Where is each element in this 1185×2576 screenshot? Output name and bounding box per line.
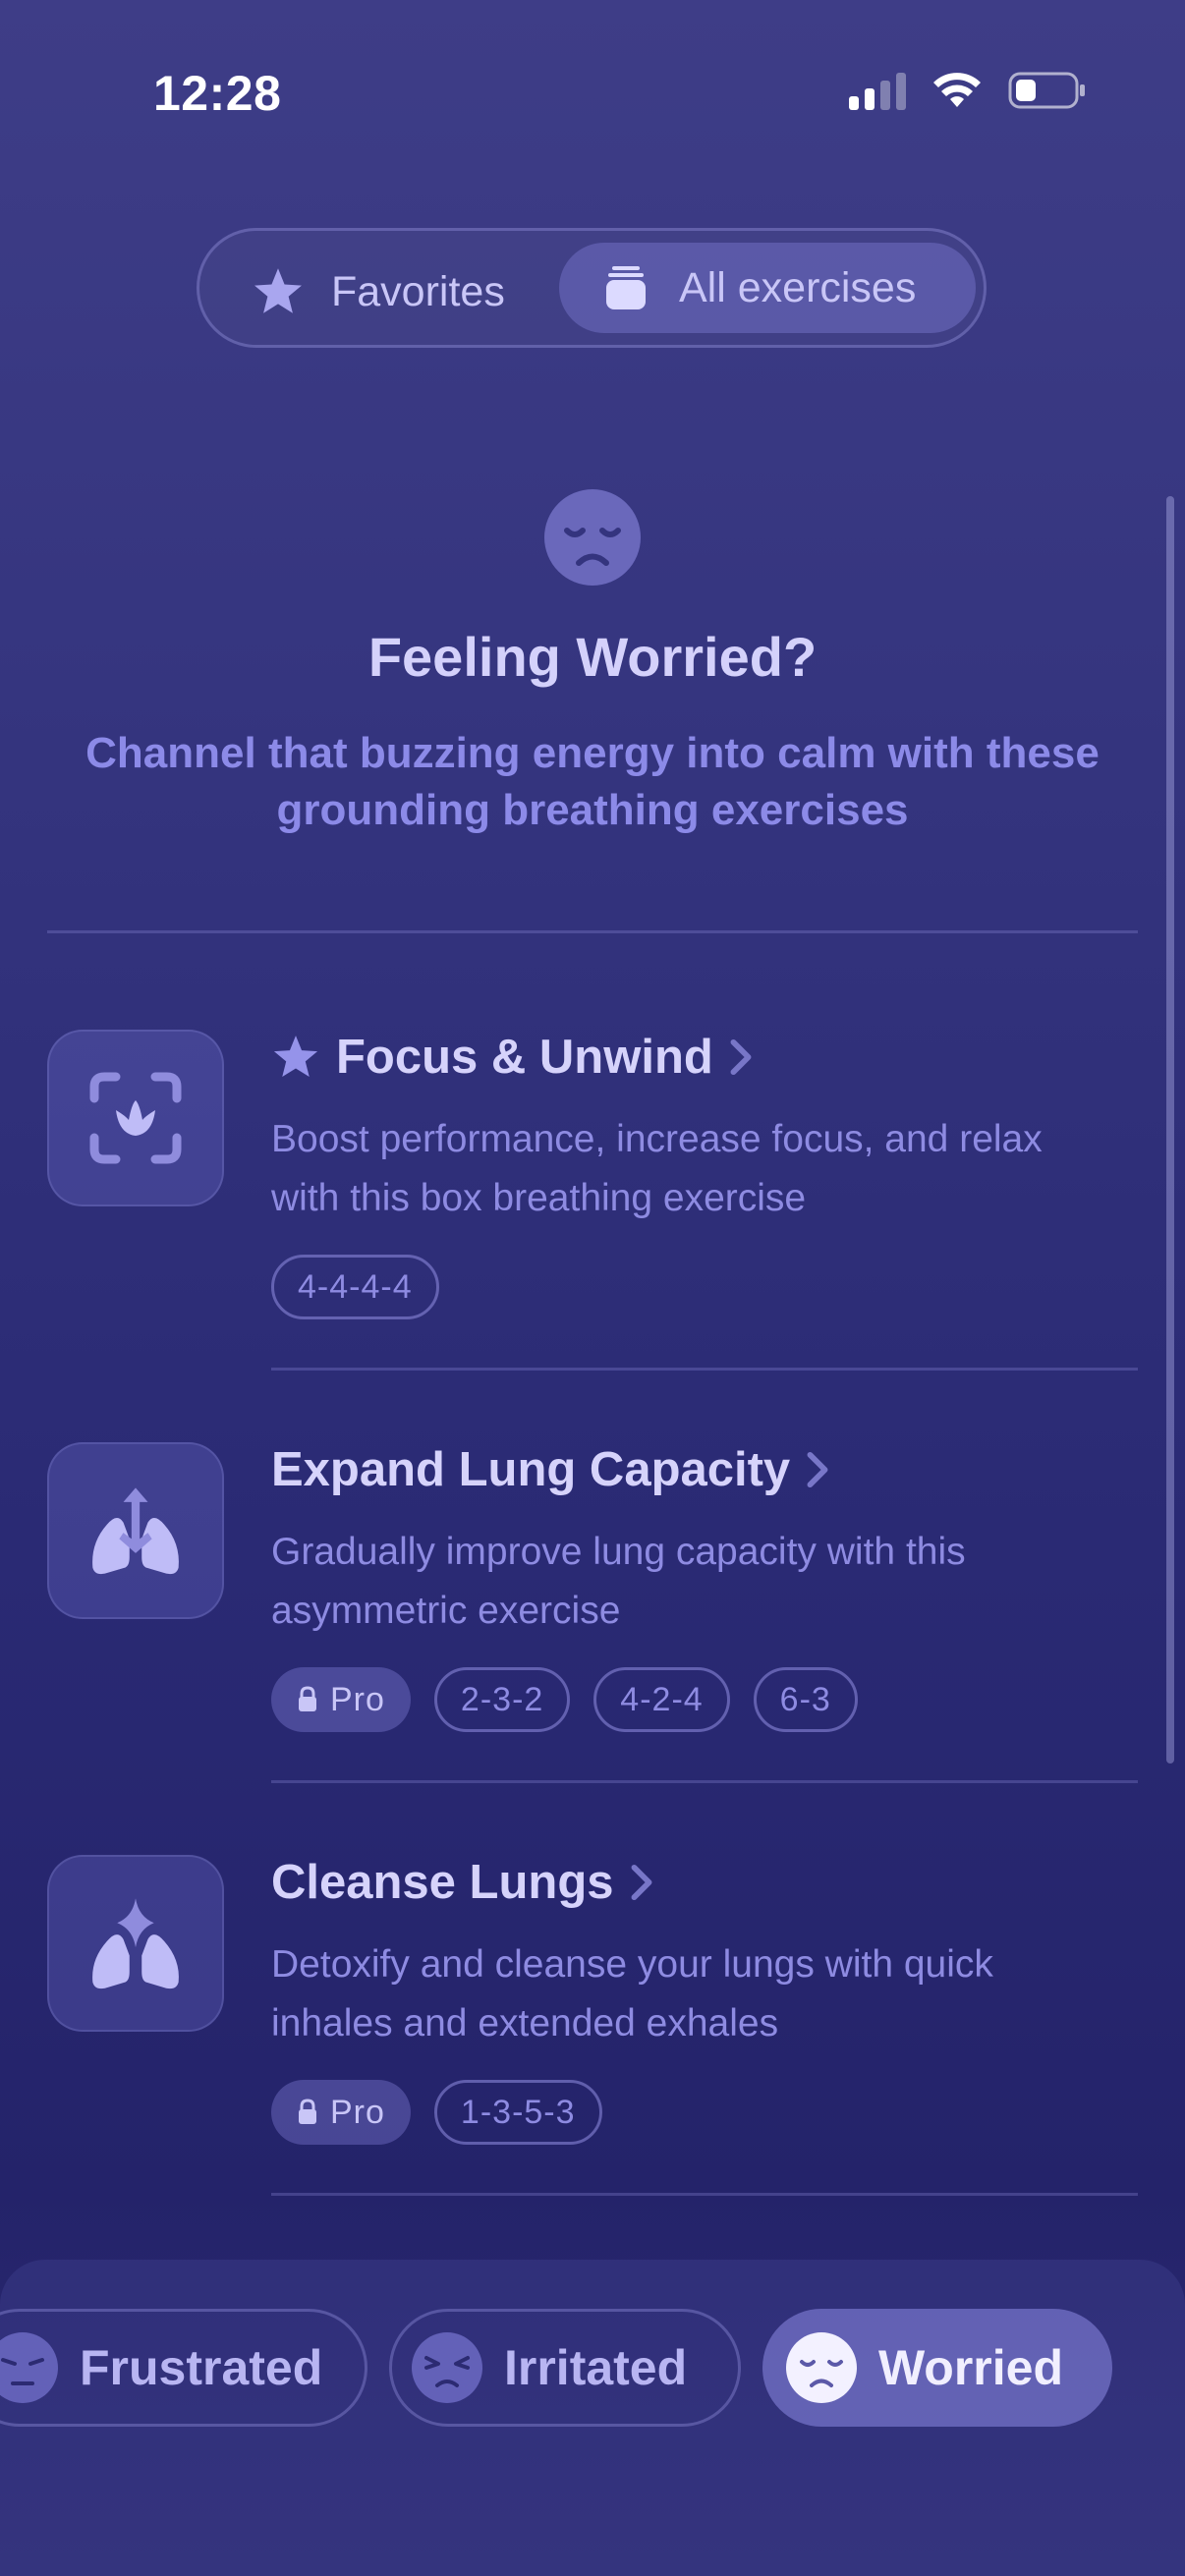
irritated-face-icon: [412, 2332, 482, 2403]
stack-icon: [606, 266, 646, 309]
chevron-right-icon: [807, 1451, 828, 1488]
subtitle-line: grounding breathing exercises: [276, 786, 909, 834]
exercise-icon-tile: [47, 1442, 224, 1619]
header-divider: [47, 930, 1138, 933]
description-line: asymmetric exercise: [271, 1590, 621, 1632]
subtitle-line: Channel that buzzing energy into calm wi…: [85, 729, 1100, 777]
worried-face-icon: [544, 489, 641, 586]
exercise-icon-tile: [47, 1030, 224, 1206]
row-divider: [271, 1780, 1138, 1783]
favorites-tab-label: Favorites: [331, 267, 505, 315]
lock-icon: [299, 2099, 316, 2124]
exercise-title-label: Focus & Unwind: [336, 1031, 713, 1084]
exercise-title-label: Cleanse Lungs: [271, 1856, 614, 1909]
description-line: inhales and extended exhales: [271, 2002, 779, 2044]
mood-chip-label: Irritated: [504, 2340, 688, 2395]
exercise-tags: Pro 1-3-5-3: [271, 2080, 602, 2145]
mood-chip-label: Worried: [878, 2340, 1063, 2395]
pattern-tag: 1-3-5-3: [433, 2080, 602, 2145]
pro-badge: Pro: [271, 1667, 411, 1732]
exercise-title[interactable]: Focus & Unwind: [271, 1030, 753, 1085]
row-divider: [271, 2193, 1138, 2196]
lungs-sparkle-icon: [92, 1898, 179, 1989]
pro-badge-label: Pro: [330, 2093, 385, 2131]
page-title: Feeling Worried?: [367, 626, 818, 688]
exercise-description: Boost performance, increase focus, and r…: [271, 1110, 1136, 1228]
mood-chip-label: Frustrated: [80, 2340, 323, 2395]
pattern-tag: 4-4-4-4: [271, 1255, 439, 1319]
lock-icon: [299, 1686, 316, 1711]
description-line: Gradually improve lung capacity with thi…: [271, 1531, 966, 1573]
chevron-right-icon: [631, 1864, 651, 1901]
pattern-tag: 2-3-2: [433, 1667, 571, 1732]
mood-chip-frustrated[interactable]: Frustrated: [0, 2309, 367, 2427]
exercise-tags: Pro 2-3-2 4-2-4 6-3: [271, 1667, 858, 1732]
exercise-description: Detoxify and cleanse your lungs with qui…: [271, 1935, 1136, 2053]
pattern-tag: 4-2-4: [593, 1667, 730, 1732]
worried-face-icon: [786, 2332, 857, 2403]
battery-icon: [1008, 72, 1085, 109]
favorite-star-icon: [273, 1036, 318, 1077]
mood-chip-irritated[interactable]: Irritated: [389, 2309, 741, 2427]
description-line: with this box breathing exercise: [271, 1177, 807, 1219]
pattern-tag: 6-3: [753, 1667, 858, 1732]
cellular-signal-icon: [849, 71, 906, 110]
frustrated-face-icon: [0, 2332, 58, 2403]
exercise-title-label: Expand Lung Capacity: [271, 1443, 791, 1496]
mood-chip-worried[interactable]: Worried: [762, 2309, 1112, 2427]
lungs-expand-icon: [92, 1487, 179, 1575]
favorites-tab[interactable]: Favorites: [251, 266, 505, 317]
row-divider: [271, 1368, 1138, 1371]
exercise-description: Gradually improve lung capacity with thi…: [271, 1523, 1136, 1641]
all-exercises-tab[interactable]: All exercises: [559, 243, 976, 333]
star-icon: [254, 268, 302, 313]
all-exercises-tab-label: All exercises: [679, 263, 917, 311]
exercise-filter-segmented: Favorites All exercises: [197, 228, 987, 348]
exercise-tags: 4-4-4-4: [271, 1255, 439, 1319]
pro-badge-label: Pro: [330, 1680, 385, 1718]
focus-lotus-icon: [89, 1072, 182, 1164]
page-subtitle: Channel that buzzing energy into calm wi…: [39, 725, 1146, 839]
exercise-title[interactable]: Expand Lung Capacity: [271, 1442, 829, 1497]
status-icons: [849, 71, 1087, 110]
scrollbar[interactable]: [1166, 496, 1174, 1764]
exercise-title[interactable]: Cleanse Lungs: [271, 1855, 653, 1910]
chevron-right-icon: [730, 1038, 752, 1076]
wifi-icon: [933, 73, 981, 107]
exercise-icon-tile: [47, 1855, 224, 2032]
description-line: Detoxify and cleanse your lungs with qui…: [271, 1943, 993, 1986]
description-line: Boost performance, increase focus, and r…: [271, 1118, 1043, 1160]
pro-badge: Pro: [271, 2080, 411, 2145]
status-time: 12:28: [153, 66, 282, 121]
